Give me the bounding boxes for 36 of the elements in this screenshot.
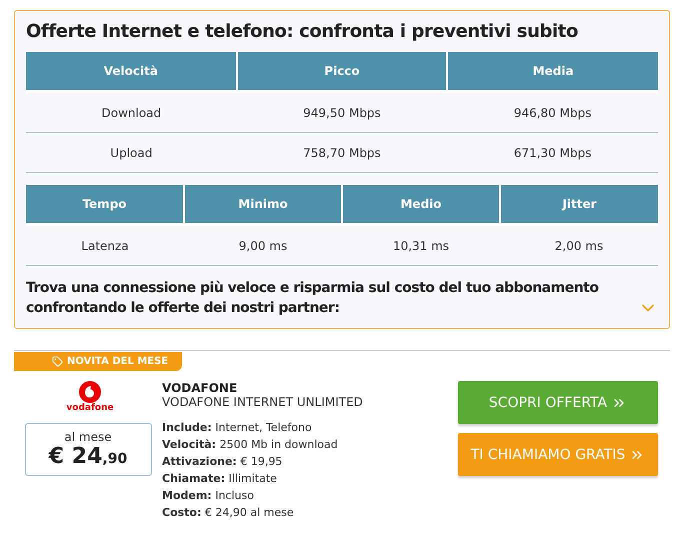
plan-name: VODAFONE INTERNET UNLIMITED xyxy=(162,395,364,409)
offer-detail: Attivazione: € 19,95 xyxy=(162,454,284,470)
callback-button[interactable]: TI CHIAMIAMO GRATIS xyxy=(458,433,658,476)
promo-text: Trova una connessione più veloce e risparmia sul costo del tuo abbonamento confrontando le offerte dei nostri partner: xyxy=(26,279,600,318)
tag-icon xyxy=(52,356,63,367)
price-cents: ,90 xyxy=(102,451,128,467)
offer-detail: Costo: € 24,90 al mese xyxy=(162,505,295,521)
provider-name: VODAFONE xyxy=(162,381,238,395)
column-header: Picco xyxy=(236,52,448,92)
table-cell: Download xyxy=(26,92,237,132)
price: € 24 xyxy=(48,444,102,469)
table-cell: Latenza xyxy=(26,224,184,266)
table-cell: 758,70 Mbps xyxy=(236,132,448,172)
table-cell: 671,30 Mbps xyxy=(447,132,658,172)
table-cell: Upload xyxy=(26,132,237,172)
offer-button[interactable]: SCOPRI OFFERTA xyxy=(458,381,658,424)
column-header: Tempo xyxy=(26,185,184,224)
column-header: Velocità xyxy=(26,52,237,92)
column-header: Jitter xyxy=(500,185,658,224)
column-header: Medio xyxy=(342,185,500,224)
offer-detail: Velocità: 2500 Mb in download xyxy=(162,437,339,453)
offer-detail: Chiamate: Illimitate xyxy=(162,471,278,487)
offer-detail: Modem: Incluso xyxy=(162,488,255,504)
badge-label: NOVITA DEL MESE xyxy=(67,356,168,367)
logo-text: vodafone xyxy=(66,403,114,413)
column-header: Media xyxy=(447,52,658,92)
table-cell: 10,31 ms xyxy=(342,224,500,266)
logo-icon xyxy=(79,381,101,403)
price-label: al mese xyxy=(64,430,112,444)
table-cell: 9,00 ms xyxy=(184,224,342,266)
table-cell: 949,50 Mbps xyxy=(236,92,448,132)
table-cell: 2,00 ms xyxy=(500,224,658,266)
column-header: Minimo xyxy=(184,185,342,224)
card-title: Offerte Internet e telefono: confronta i preventivi subito xyxy=(26,21,579,42)
table-cell: 946,80 Mbps xyxy=(447,92,658,132)
offer-detail: Include: Internet, Telefono xyxy=(162,420,313,436)
